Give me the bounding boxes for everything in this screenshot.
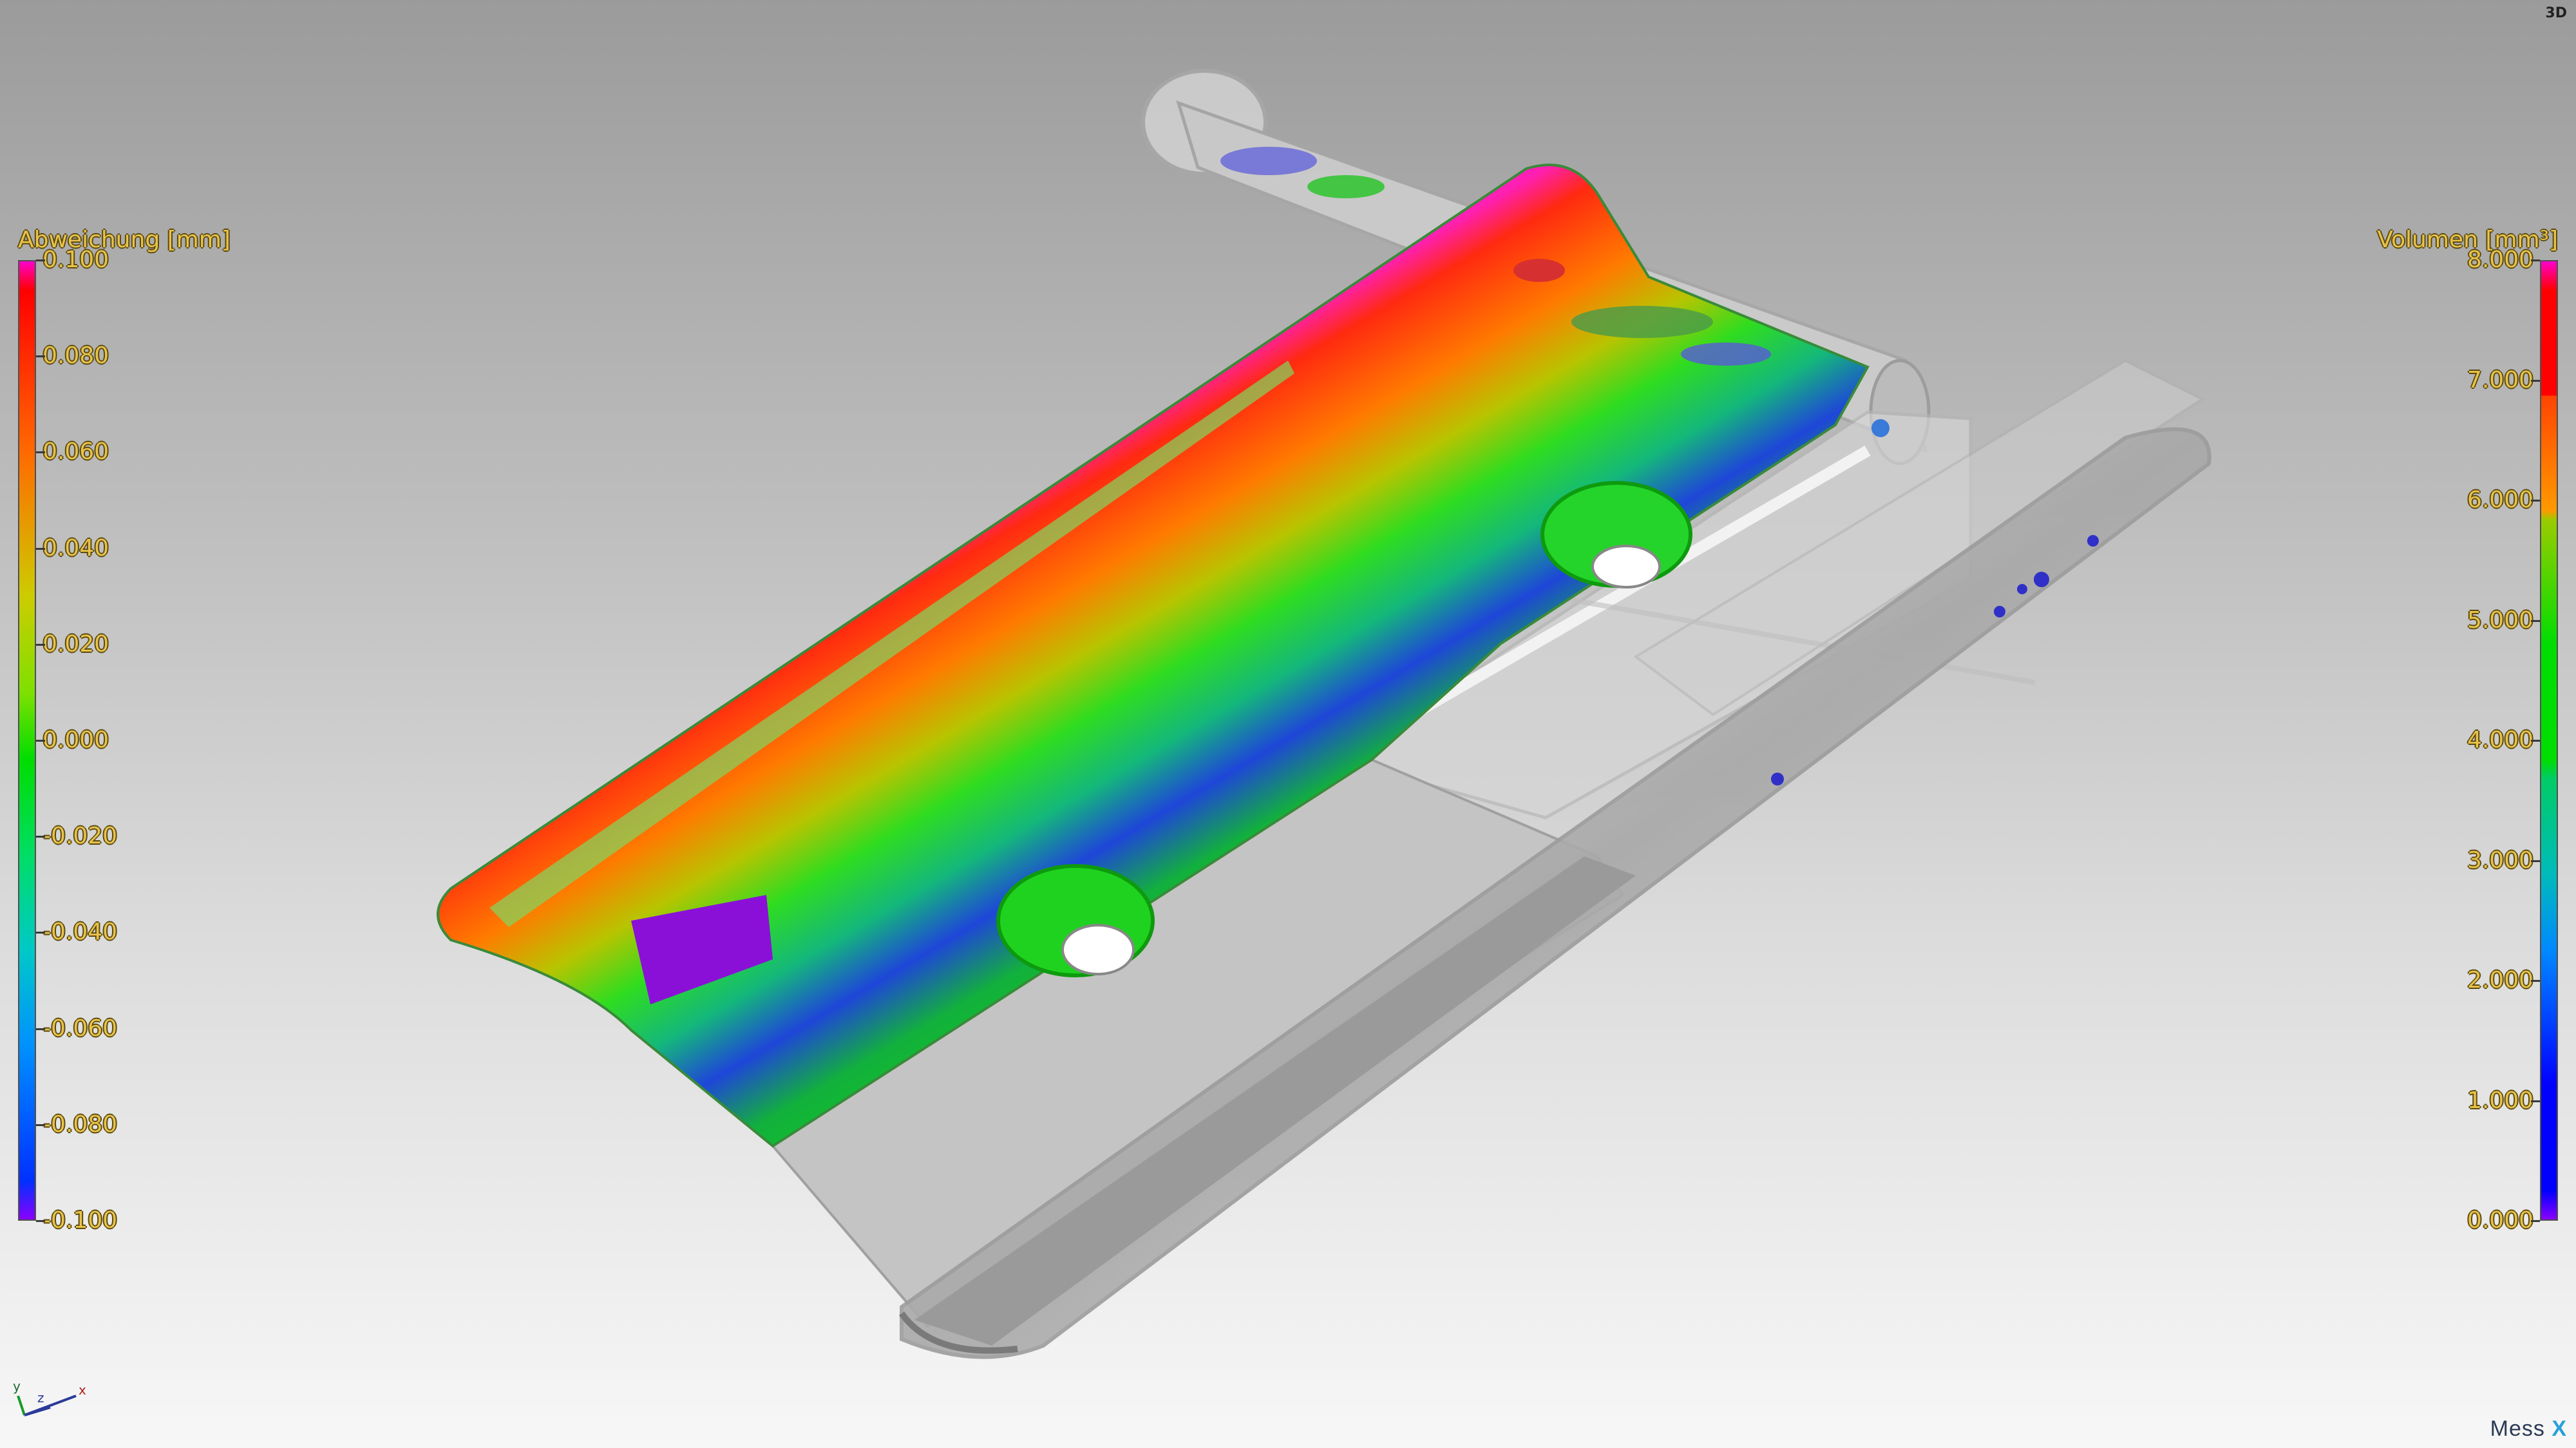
legend-volume-tick-label: 4.000: [2467, 727, 2533, 753]
legend-volume-tick-label: 7.000: [2467, 366, 2533, 393]
legend-deviation-tick-mark: [36, 1028, 45, 1030]
legend-deviation-colorbar: [18, 260, 36, 1221]
legend-volume-tick-mark: [2531, 1100, 2540, 1102]
legend-deviation-tick-mark: [36, 355, 45, 358]
legend-deviation-tick-label: 0.000: [43, 727, 109, 753]
legend-deviation-tick-label: -0.060: [43, 1015, 118, 1042]
legend-deviation-tick-label: -0.080: [43, 1111, 118, 1138]
legend-deviation-tick-label: -0.020: [43, 823, 118, 850]
legend-deviation-tick-mark: [36, 1124, 45, 1126]
legend-volume-tick-label: 0.000: [2467, 1207, 2533, 1234]
legend-deviation-tick-label: -0.100: [43, 1207, 118, 1234]
legend-deviation-tick-mark: [36, 451, 45, 454]
counterbore-hole-rear[interactable]: [1540, 481, 1692, 588]
legend-deviation-tick-mark: [36, 932, 45, 934]
brand-logo: Mess X: [2490, 1416, 2567, 1442]
legend-deviation-tick-mark: [36, 1220, 45, 1222]
legend-deviation-tick-mark: [36, 643, 45, 646]
axis-triad-icon[interactable]: y z x: [12, 1377, 95, 1428]
legend-volume-tick-label: 5.000: [2467, 606, 2533, 634]
legend-volume-tick-label: 8.000: [2467, 247, 2533, 273]
legend-volume-tick-mark: [2531, 1220, 2540, 1222]
legend-volume-tick-mark: [2531, 619, 2540, 622]
legend-volume-tick-label: 1.000: [2467, 1087, 2533, 1114]
legend-deviation-tick-mark: [36, 259, 45, 261]
legend-volume-tick-label: 3.000: [2467, 847, 2533, 874]
legend-volume-tick-mark: [2531, 379, 2540, 382]
legend-volume-tick-mark: [2531, 860, 2540, 862]
legend-deviation-tick-label: 0.020: [43, 630, 109, 657]
3d-viewport[interactable]: [0, 0, 2576, 1448]
legend-deviation-tick-mark: [36, 547, 45, 550]
view-mode-indicator[interactable]: 3D: [2545, 5, 2567, 21]
legend-volume-tick-label: 6.000: [2467, 487, 2533, 513]
legend-deviation-tick-label: 0.080: [43, 343, 109, 370]
legend-volume-tick-mark: [2531, 740, 2540, 742]
legend-deviation-tick-label: 0.040: [43, 534, 109, 561]
brand-mark: X: [2552, 1416, 2567, 1441]
legend-volume-tick-mark: [2531, 259, 2540, 261]
legend-volume-tick-label: 2.000: [2467, 967, 2533, 993]
legend-deviation-tick-label: 0.060: [43, 438, 109, 465]
legend-deviation-tick-label: -0.040: [43, 919, 118, 946]
brand-name: Mess: [2490, 1416, 2545, 1441]
legend-deviation-tick-mark: [36, 836, 45, 838]
legend-deviation-tick-mark: [36, 740, 45, 742]
legend-volume-tick-mark: [2531, 500, 2540, 502]
axis-label-x: x: [79, 1382, 86, 1398]
legend-deviation-tick-label: 0.100: [43, 247, 109, 273]
legend-volume-tick-mark: [2531, 980, 2540, 982]
axis-label-z: z: [37, 1390, 44, 1406]
counterbore-hole-front[interactable]: [996, 864, 1155, 977]
legend-volume-colorbar: [2540, 260, 2558, 1221]
axis-label-y: y: [13, 1378, 21, 1394]
